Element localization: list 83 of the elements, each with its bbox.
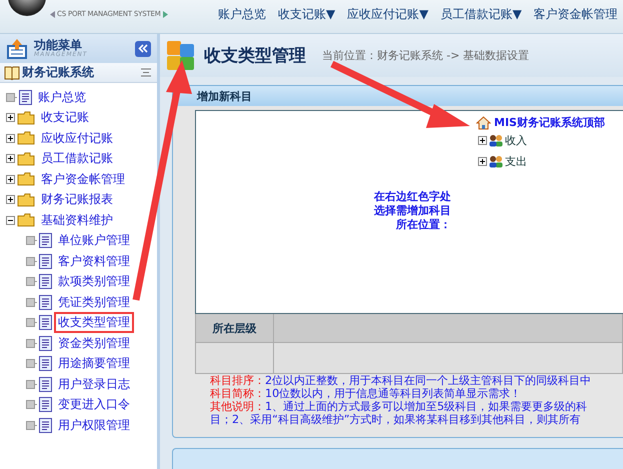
page-title: 收支类型管理 <box>204 45 306 68</box>
hint-text: 在右边红色字处 选择需增加科目 所在位置： <box>374 190 451 232</box>
nav-menu-item[interactable]: 收支记账▼ <box>278 6 336 23</box>
document-icon <box>39 336 52 351</box>
document-icon <box>19 90 32 105</box>
folder-icon <box>17 110 35 125</box>
sidebar-title: 功能菜单 <box>34 38 82 52</box>
double-chevron-left-icon <box>138 44 148 53</box>
breadcrumb: 当前位置：财务记账系统 -> 基础数据设置 <box>322 48 530 64</box>
system-title: 财务记账系统 <box>22 64 95 81</box>
leaf-node-icon <box>26 359 37 368</box>
triangle-left-icon <box>50 10 55 18</box>
expander-icon[interactable] <box>6 113 15 122</box>
tree-item[interactable]: 账户总览 <box>34 86 90 108</box>
users-icon <box>488 134 504 148</box>
nav-menu-item[interactable]: 客户资金帐管理 <box>534 6 618 23</box>
folder-icon <box>17 131 35 146</box>
document-icon <box>39 233 52 248</box>
leaf-node-icon <box>26 298 37 307</box>
expander-icon[interactable] <box>6 134 15 143</box>
tree-item[interactable]: 用户登录日志 <box>54 374 134 395</box>
tree-item[interactable]: 客户资料管理 <box>54 250 134 272</box>
tree-item[interactable]: 用途摘要管理 <box>54 353 134 374</box>
nav-menu-item[interactable]: 账户总览 <box>218 6 266 23</box>
leaf-node-icon <box>26 338 37 348</box>
leaf-node-icon <box>26 318 37 328</box>
document-icon <box>39 397 52 412</box>
note-text: 科目排序：2位以内正整数，用于本科目在同一个上级主管科目下的同级科目中 <box>210 374 592 388</box>
book-icon <box>4 65 20 80</box>
document-icon <box>39 294 52 310</box>
blocks-icon <box>166 40 196 72</box>
leaf-node-icon <box>26 256 37 266</box>
note-text: 其他说明：1、通过上面的方式最多可以增加至5级科目，如果需要更多级的科 <box>210 400 588 414</box>
leaf-node-icon <box>26 277 37 286</box>
document-icon <box>39 376 52 392</box>
tree-item[interactable]: 收入 <box>505 133 527 148</box>
expander-icon[interactable] <box>478 157 487 166</box>
expander-icon[interactable] <box>6 195 15 204</box>
folder-icon <box>17 192 35 207</box>
collapse-button[interactable] <box>135 40 151 56</box>
expander-icon[interactable] <box>6 216 15 225</box>
tree-item[interactable]: 单位账户管理 <box>54 230 134 252</box>
folder-icon <box>17 213 35 228</box>
expander-icon[interactable] <box>6 154 15 164</box>
tree-item[interactable]: 基础资料维护 <box>37 210 117 231</box>
list-icon[interactable] <box>141 68 151 77</box>
folder-icon <box>17 172 35 186</box>
tree-item[interactable]: 支出 <box>505 154 527 170</box>
tree-item[interactable]: 凭证类别管理 <box>54 292 134 313</box>
document-icon <box>39 254 52 269</box>
expander-icon[interactable] <box>6 174 15 184</box>
document-icon <box>39 274 52 290</box>
expander-icon[interactable] <box>478 136 487 146</box>
table-header-cell: 所在层级 <box>195 314 274 344</box>
note-text: 目；2、采用“科目高级维护”方式时，如果将某科目移到其他科目，则其所有 <box>210 413 582 426</box>
menu-box-icon <box>6 38 28 60</box>
house-icon <box>476 116 491 130</box>
users-icon <box>488 155 504 168</box>
tree-item[interactable]: 员工借款记账 <box>37 148 117 170</box>
tree-item[interactable]: 应收应付记账 <box>37 128 117 149</box>
note-text: 科目简称：10位数以内，用于信息通等科目列表简单显示需求！ <box>210 387 522 400</box>
tree-item[interactable]: 收支类型管理 <box>54 312 134 334</box>
tree-item[interactable]: 财务记账报表 <box>37 189 117 210</box>
tree-item[interactable]: 资金类别管理 <box>54 332 134 354</box>
leaf-node-icon <box>26 236 37 246</box>
document-icon <box>39 418 52 433</box>
document-icon <box>39 315 52 330</box>
tree-item[interactable]: 客户资金帐管理 <box>37 168 129 190</box>
panel-title: 增加新科目 <box>197 88 252 104</box>
document-icon <box>39 356 52 372</box>
tree-item[interactable]: 变更进入口令 <box>54 394 134 416</box>
triangle-right-icon <box>162 10 168 18</box>
leaf-node-icon <box>26 420 37 430</box>
tree-item[interactable]: 款项类别管理 <box>54 271 134 292</box>
leaf-node-icon <box>26 400 37 410</box>
nav-menu-item[interactable]: 应收应付记账▼ <box>347 6 428 23</box>
tree-item[interactable]: 用户权限管理 <box>54 414 134 436</box>
tree-root-item[interactable]: MIS财务记账系统顶部 <box>494 115 605 130</box>
folder-icon <box>17 152 35 166</box>
tree-item[interactable]: 收支记账 <box>37 107 93 128</box>
nav-menu-item[interactable]: 员工借款记账▼ <box>440 6 522 23</box>
leaf-node-icon <box>26 380 37 389</box>
leaf-node-icon <box>6 92 17 102</box>
